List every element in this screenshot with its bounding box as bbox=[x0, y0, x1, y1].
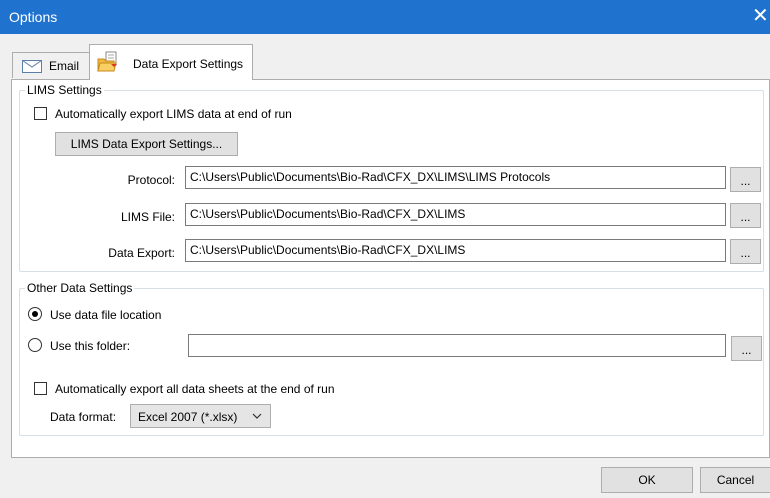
tab-email-label: Email bbox=[49, 59, 80, 73]
use-this-folder-label: Use this folder: bbox=[50, 339, 131, 353]
auto-export-lims-checkbox[interactable] bbox=[34, 107, 47, 120]
folder-path-field[interactable] bbox=[188, 334, 726, 357]
use-data-file-location-label: Use data file location bbox=[50, 308, 162, 322]
lims-file-label: LIMS File: bbox=[120, 210, 175, 224]
lims-data-export-settings-button[interactable]: LIMS Data Export Settings... bbox=[55, 132, 238, 156]
title-bar: Options ✕ bbox=[0, 0, 770, 34]
data-export-browse-button[interactable]: ... bbox=[730, 239, 761, 264]
use-this-folder-radio[interactable] bbox=[28, 338, 42, 352]
folder-browse-button[interactable]: ... bbox=[731, 336, 762, 361]
data-export-label: Data Export: bbox=[108, 246, 175, 260]
lims-file-path-field[interactable]: C:\Users\Public\Documents\Bio-Rad\CFX_DX… bbox=[185, 203, 726, 226]
envelope-icon bbox=[22, 60, 42, 76]
auto-export-sheets-checkbox[interactable] bbox=[34, 382, 47, 395]
protocol-browse-button[interactable]: ... bbox=[730, 167, 761, 192]
window-title: Options bbox=[9, 9, 58, 25]
tab-data-export-settings[interactable]: Data Export Settings bbox=[89, 44, 253, 80]
radio-selected-dot bbox=[32, 311, 38, 317]
chevron-down-icon bbox=[252, 408, 262, 427]
auto-export-lims-label: Automatically export LIMS data at end of… bbox=[55, 107, 292, 121]
auto-export-sheets-label: Automatically export all data sheets at … bbox=[55, 382, 335, 396]
data-format-dropdown[interactable]: Excel 2007 (*.xlsx) bbox=[130, 404, 271, 428]
cancel-button[interactable]: Cancel bbox=[700, 467, 770, 493]
lims-file-browse-button[interactable]: ... bbox=[730, 203, 761, 228]
ok-button[interactable]: OK bbox=[601, 467, 693, 493]
data-format-label: Data format: bbox=[50, 410, 117, 424]
tab-content-panel: LIMS Settings Automatically export LIMS … bbox=[11, 79, 770, 458]
tab-data-export-label: Data Export Settings bbox=[133, 57, 244, 71]
other-data-settings-legend: Other Data Settings bbox=[25, 281, 135, 295]
data-format-value: Excel 2007 (*.xlsx) bbox=[138, 410, 238, 424]
lims-settings-legend: LIMS Settings bbox=[25, 83, 104, 97]
tab-email[interactable]: Email bbox=[12, 52, 90, 78]
protocol-path-field[interactable]: C:\Users\Public\Documents\Bio-Rad\CFX_DX… bbox=[185, 166, 726, 189]
close-icon[interactable]: ✕ bbox=[752, 4, 770, 28]
folder-export-icon bbox=[97, 51, 119, 76]
protocol-label: Protocol: bbox=[127, 173, 175, 187]
use-data-file-location-radio[interactable] bbox=[28, 307, 42, 321]
data-export-path-field[interactable]: C:\Users\Public\Documents\Bio-Rad\CFX_DX… bbox=[185, 239, 726, 262]
